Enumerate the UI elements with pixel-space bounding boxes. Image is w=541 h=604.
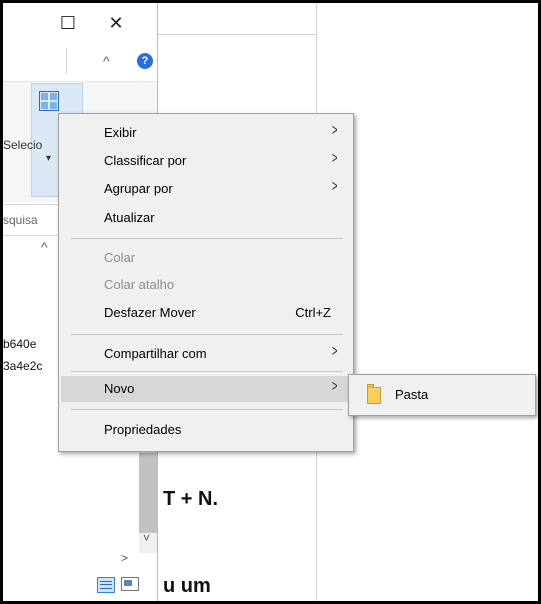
submenu-item-label: Pasta xyxy=(395,387,429,402)
menu-item-exibir[interactable]: Exibir > xyxy=(61,120,349,146)
menu-item-propriedades[interactable]: Propriedades xyxy=(61,417,349,443)
menu-separator xyxy=(71,371,343,372)
search-input[interactable]: squisa xyxy=(3,213,38,227)
menu-item-label: Atualizar xyxy=(104,210,155,225)
restore-button[interactable]: ☐ xyxy=(53,11,83,35)
scroll-down-icon[interactable]: ˅ xyxy=(143,531,150,545)
context-menu: Exibir > Classificar por > Agrupar por >… xyxy=(58,113,354,452)
menu-item-label: Agrupar por xyxy=(104,181,173,196)
menu-item-atualizar[interactable]: Atualizar xyxy=(61,205,349,231)
menu-item-label: Propriedades xyxy=(104,422,182,437)
menu-item-colar[interactable]: Colar xyxy=(61,245,349,271)
submenu-arrow-icon: > xyxy=(331,122,338,139)
novo-submenu: Pasta xyxy=(348,374,536,416)
ribbon-tab-row xyxy=(3,43,157,82)
submenu-arrow-icon: > xyxy=(331,178,338,195)
submenu-item-pasta[interactable]: Pasta xyxy=(351,378,531,410)
menu-separator xyxy=(71,409,343,410)
document-text-line: T + N. xyxy=(163,488,219,510)
submenu-arrow-icon: > xyxy=(331,343,338,360)
menu-item-label: Desfazer Mover xyxy=(104,305,196,320)
document-text-line: u um xyxy=(163,575,211,597)
submenu-arrow-icon: > xyxy=(331,150,338,167)
scrollbar-thumb[interactable] xyxy=(139,453,157,533)
menu-item-label: Classificar por xyxy=(104,153,187,168)
details-view-icon[interactable] xyxy=(97,577,115,593)
list-item[interactable]: b640e xyxy=(3,337,36,351)
select-grid-icon xyxy=(39,91,59,111)
close-button[interactable]: ✕ xyxy=(101,11,131,35)
menu-item-label: Exibir xyxy=(104,125,137,140)
menu-item-label: Novo xyxy=(104,381,135,396)
menu-item-novo[interactable]: Novo > xyxy=(61,376,349,402)
scroll-right-icon[interactable]: > xyxy=(121,551,128,565)
submenu-arrow-icon: > xyxy=(331,378,338,395)
chevron-down-icon: ▾ xyxy=(46,153,52,164)
screen: T + N. u um ☐ ✕ ^ ? Selecio ▾ squisa ^ b… xyxy=(3,3,538,601)
menu-item-agrupar-por[interactable]: Agrupar por > xyxy=(61,176,349,202)
menu-item-label: Compartilhar com xyxy=(104,346,207,361)
menu-item-desfazer-mover[interactable]: Desfazer Mover Ctrl+Z xyxy=(61,300,349,326)
menu-separator xyxy=(71,238,343,239)
menu-item-label: Colar atalho xyxy=(104,277,175,292)
menu-item-classificar-por[interactable]: Classificar por > xyxy=(61,148,349,174)
select-button-label: Selecio xyxy=(3,138,43,152)
sort-column-icon[interactable]: ^ xyxy=(41,239,48,255)
ribbon-separator xyxy=(66,48,67,74)
menu-item-label: Colar xyxy=(104,250,136,265)
list-item[interactable]: 3a4e2c xyxy=(3,359,42,373)
collapse-ribbon-icon[interactable]: ^ xyxy=(103,53,110,69)
menu-item-colar-atalho[interactable]: Colar atalho xyxy=(61,272,349,298)
menu-item-shortcut: Ctrl+Z xyxy=(295,305,331,320)
menu-separator xyxy=(71,334,343,335)
folder-icon xyxy=(367,384,381,404)
large-icons-view-icon[interactable] xyxy=(121,577,139,591)
document-divider xyxy=(157,34,317,35)
restore-icon: ☐ xyxy=(59,12,77,33)
close-icon: ✕ xyxy=(108,12,124,33)
help-icon[interactable]: ? xyxy=(137,53,153,69)
menu-item-compartilhar-com[interactable]: Compartilhar com > xyxy=(61,341,349,367)
